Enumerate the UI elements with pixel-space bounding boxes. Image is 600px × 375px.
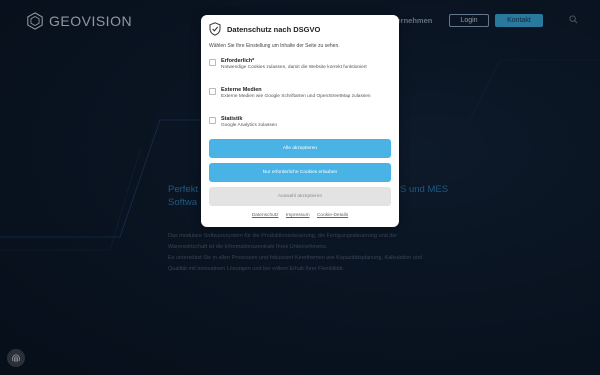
accept-selection-button[interactable]: Auswahl akzeptieren: [209, 187, 391, 206]
option-description: Google Analytics zulassen: [221, 123, 277, 128]
shield-check-icon: [209, 22, 221, 36]
option-external-media: Externe Medien Externe Medien wie Google…: [209, 87, 391, 100]
option-title: Externe Medien: [221, 87, 262, 93]
option-title: Erforderlich*: [221, 58, 255, 64]
dialog-links: Datenschutz Impressum Cookie-Details: [201, 213, 399, 218]
dialog-header: Datenschutz nach DSGVO: [209, 22, 320, 36]
accept-all-button[interactable]: Alle akzeptieren: [209, 139, 391, 158]
link-datenschutz[interactable]: Datenschutz: [252, 213, 279, 218]
option-statistics: Statistik Google Analytics zulassen: [209, 116, 391, 129]
link-cookie-details[interactable]: Cookie-Details: [317, 213, 348, 218]
link-impressum[interactable]: Impressum: [286, 213, 310, 218]
dialog-intro: Wählen Sie Ihre Einstellung um Inhalte d…: [209, 43, 340, 49]
only-required-button[interactable]: Nur erforderliche Cookies erlauben: [209, 163, 391, 182]
checkbox-required[interactable]: [209, 59, 216, 66]
checkbox-statistics[interactable]: [209, 117, 216, 124]
option-description: Externe Medien wie Google Schriftarten u…: [221, 94, 371, 99]
cookie-consent-dialog: Datenschutz nach DSGVO Wählen Sie Ihre E…: [201, 15, 399, 227]
option-required: Erforderlich* Notwendige Cookies zulasse…: [209, 58, 391, 71]
checkbox-external-media[interactable]: [209, 88, 216, 95]
option-description: Notwendige Cookies zulassen, damit die W…: [221, 65, 367, 70]
dialog-title: Datenschutz nach DSGVO: [227, 24, 321, 34]
option-title: Statistik: [221, 116, 243, 122]
